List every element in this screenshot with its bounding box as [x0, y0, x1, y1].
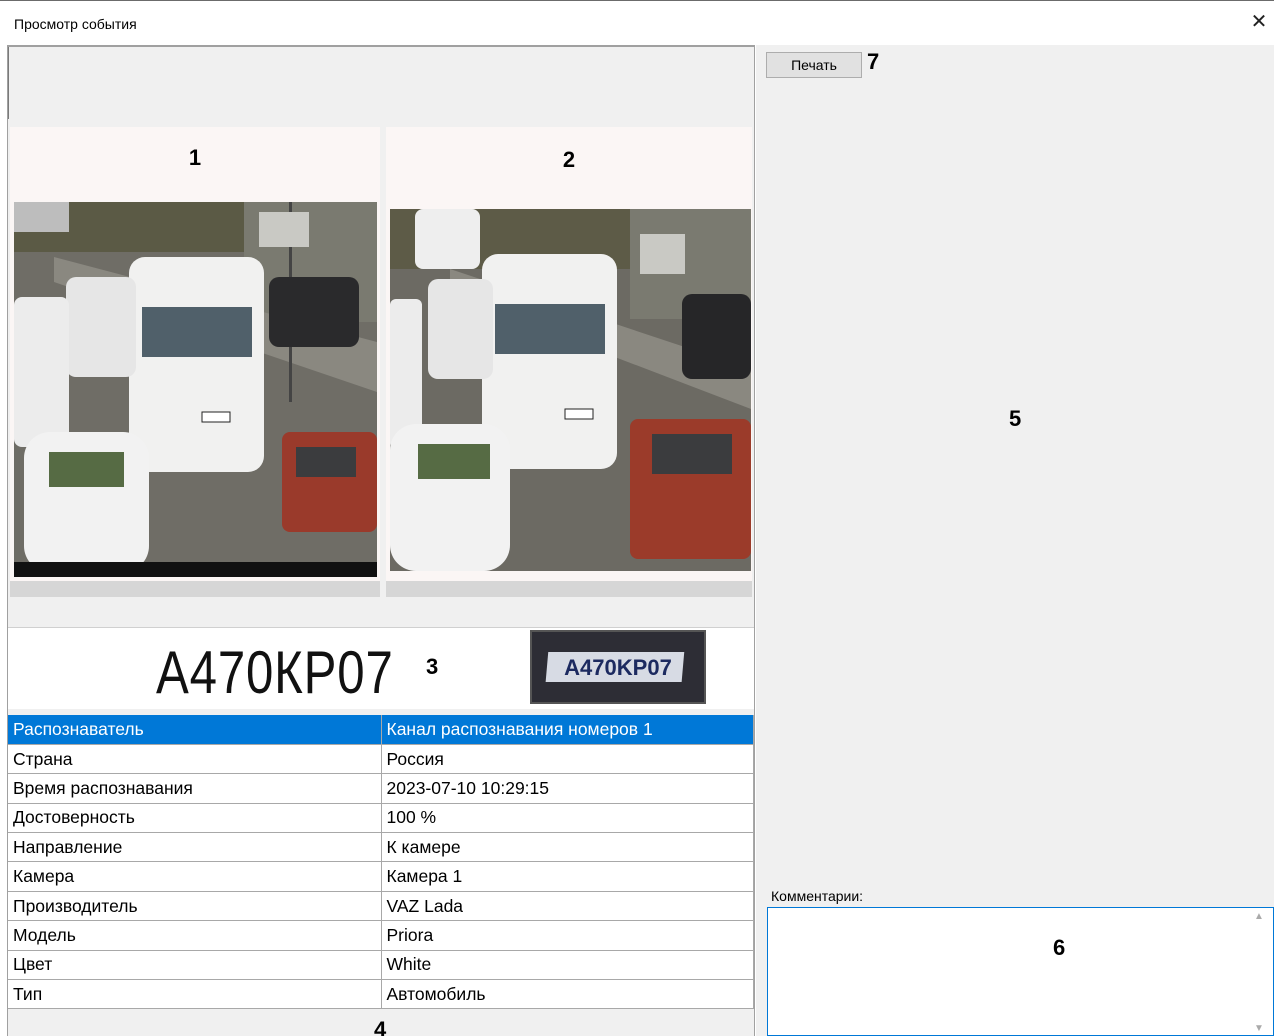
property-name: Достоверность — [8, 803, 382, 834]
plate-panel: А470КР07 3 A470KP07 — [8, 627, 754, 709]
top-strip — [8, 47, 754, 119]
table-row[interactable]: Тип Автомобиль — [8, 979, 754, 1010]
table-row[interactable]: Распознаватель Канал распознавания номер… — [8, 715, 754, 745]
plate-crop-image: A470KP07 — [530, 630, 706, 704]
property-value: Камера 1 — [381, 861, 754, 892]
property-name: Направление — [8, 832, 382, 863]
table-row[interactable]: Направление К камере — [8, 832, 754, 863]
property-value: Россия — [381, 744, 754, 775]
property-name: Модель — [8, 920, 382, 951]
scroll-down-icon[interactable]: ▼ — [1254, 1023, 1264, 1034]
right-pane: Печать 7 5 Комментарии: 6 ▲ ▼ — [756, 45, 1274, 1036]
traffic-scene-image — [390, 209, 751, 571]
property-value: 2023-07-10 10:29:15 — [381, 773, 754, 804]
property-value: Автомобиль — [381, 979, 754, 1010]
property-value: Канал распознавания номеров 1 — [381, 715, 754, 745]
property-value: White — [381, 950, 754, 981]
print-area-marker: 5 — [1009, 406, 1022, 431]
table-row[interactable]: Модель Priora — [8, 920, 754, 951]
table-row[interactable]: Страна Россия — [8, 744, 754, 775]
title-bar: Просмотр события ✕ — [0, 0, 1274, 44]
window-title: Просмотр события — [14, 16, 137, 32]
table-row[interactable]: Камера Камера 1 — [8, 861, 754, 892]
scroll-up-icon[interactable]: ▲ — [1254, 911, 1264, 922]
property-value: 100 % — [381, 803, 754, 834]
traffic-scene-image — [14, 202, 377, 577]
property-name: Тип — [8, 979, 382, 1010]
frame-1-photo[interactable] — [14, 202, 377, 577]
table-row[interactable]: Достоверность 100 % — [8, 803, 754, 834]
property-value: VAZ Lada — [381, 891, 754, 922]
frame-1-label: 1 — [188, 145, 202, 170]
property-name: Камера — [8, 861, 382, 892]
event-view-pane: 1 2 А470КР07 3 A470KP07 Распознаватель К… — [7, 45, 755, 1036]
frame-2-photo[interactable] — [390, 209, 751, 571]
print-button[interactable]: Печать — [766, 52, 862, 78]
property-value: Priora — [381, 920, 754, 951]
plate-image: A470KP07 — [532, 632, 704, 702]
property-name: Страна — [8, 744, 382, 775]
print-marker: 7 — [867, 49, 880, 74]
plate-crop-text: A470KP07 — [564, 655, 672, 680]
frame-2-label: 2 — [562, 147, 576, 172]
frame-1: 1 — [10, 127, 380, 597]
comments-label: Комментарии: — [771, 888, 864, 904]
table-row[interactable]: Производитель VAZ Lada — [8, 891, 754, 922]
property-name: Время распознавания — [8, 773, 382, 804]
properties-label: 4 — [374, 1017, 387, 1036]
close-icon[interactable]: ✕ — [1248, 11, 1270, 33]
property-value: К камере — [381, 832, 754, 863]
plate-number: А470КР07 — [156, 639, 394, 706]
comments-field[interactable] — [767, 907, 1274, 1036]
property-name: Распознаватель — [8, 715, 382, 745]
frame-2: 2 — [386, 127, 752, 597]
table-row[interactable]: Время распознавания 2023-07-10 10:29:15 — [8, 773, 754, 804]
table-row[interactable]: Цвет White — [8, 950, 754, 981]
properties-table: Распознаватель Канал распознавания номер… — [8, 715, 754, 1010]
plate-panel-label: 3 — [426, 654, 439, 679]
property-name: Производитель — [8, 891, 382, 922]
property-name: Цвет — [8, 950, 382, 981]
